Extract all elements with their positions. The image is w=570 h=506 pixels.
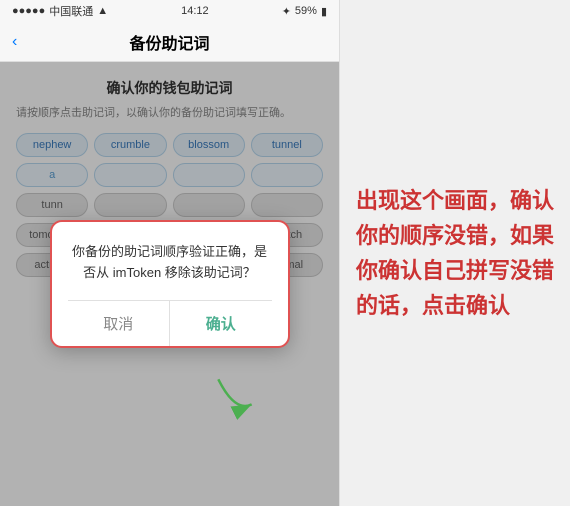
bluetooth-icon: ✦ xyxy=(282,5,291,18)
phone-panel: ●●●●● 中国联通 ▲ 14:12 ✦ 59% ▮ ‹ 备份助记词 确认你的钱… xyxy=(0,0,340,506)
dialog-buttons: 取消 确认 xyxy=(68,300,272,346)
signal-dots: ●●●●● xyxy=(12,5,45,17)
nav-title: 备份助记词 xyxy=(129,30,209,54)
dialog-message: 你备份的助记词顺序验证正确，是否从 imToken 移除该助记词？ xyxy=(68,242,272,284)
dialog-cancel-button[interactable]: 取消 xyxy=(68,301,171,346)
main-content: 确认你的钱包助记词 请按顺序点击助记词，以确认你的备份助记词填写正确。 neph… xyxy=(0,62,339,506)
time-label: 14:12 xyxy=(181,5,209,17)
carrier-label: 中国联通 xyxy=(49,3,93,19)
dialog-confirm-button[interactable]: 确认 xyxy=(170,301,272,346)
status-right: ✦ 59% ▮ xyxy=(282,5,327,18)
status-left: ●●●●● 中国联通 ▲ xyxy=(12,3,108,19)
dialog-box: 你备份的助记词顺序验证正确，是否从 imToken 移除该助记词？ 取消 确认 xyxy=(50,220,290,348)
battery-label: 59% xyxy=(295,5,317,17)
dialog-overlay: 你备份的助记词顺序验证正确，是否从 imToken 移除该助记词？ 取消 确认 xyxy=(0,62,339,506)
nav-bar: ‹ 备份助记词 xyxy=(0,22,339,62)
back-button[interactable]: ‹ xyxy=(12,33,17,51)
arrow-icon xyxy=(210,371,260,421)
annotation-text: 出现这个画面，确认你的顺序没错，如果你确认自己拼写没错的话，点击确认 xyxy=(356,183,554,324)
annotation-panel: 出现这个画面，确认你的顺序没错，如果你确认自己拼写没错的话，点击确认 xyxy=(340,0,570,506)
wifi-icon: ▲ xyxy=(97,5,108,17)
arrow-container xyxy=(210,371,260,426)
battery-icon: ▮ xyxy=(321,5,327,18)
status-bar: ●●●●● 中国联通 ▲ 14:12 ✦ 59% ▮ xyxy=(0,0,339,22)
